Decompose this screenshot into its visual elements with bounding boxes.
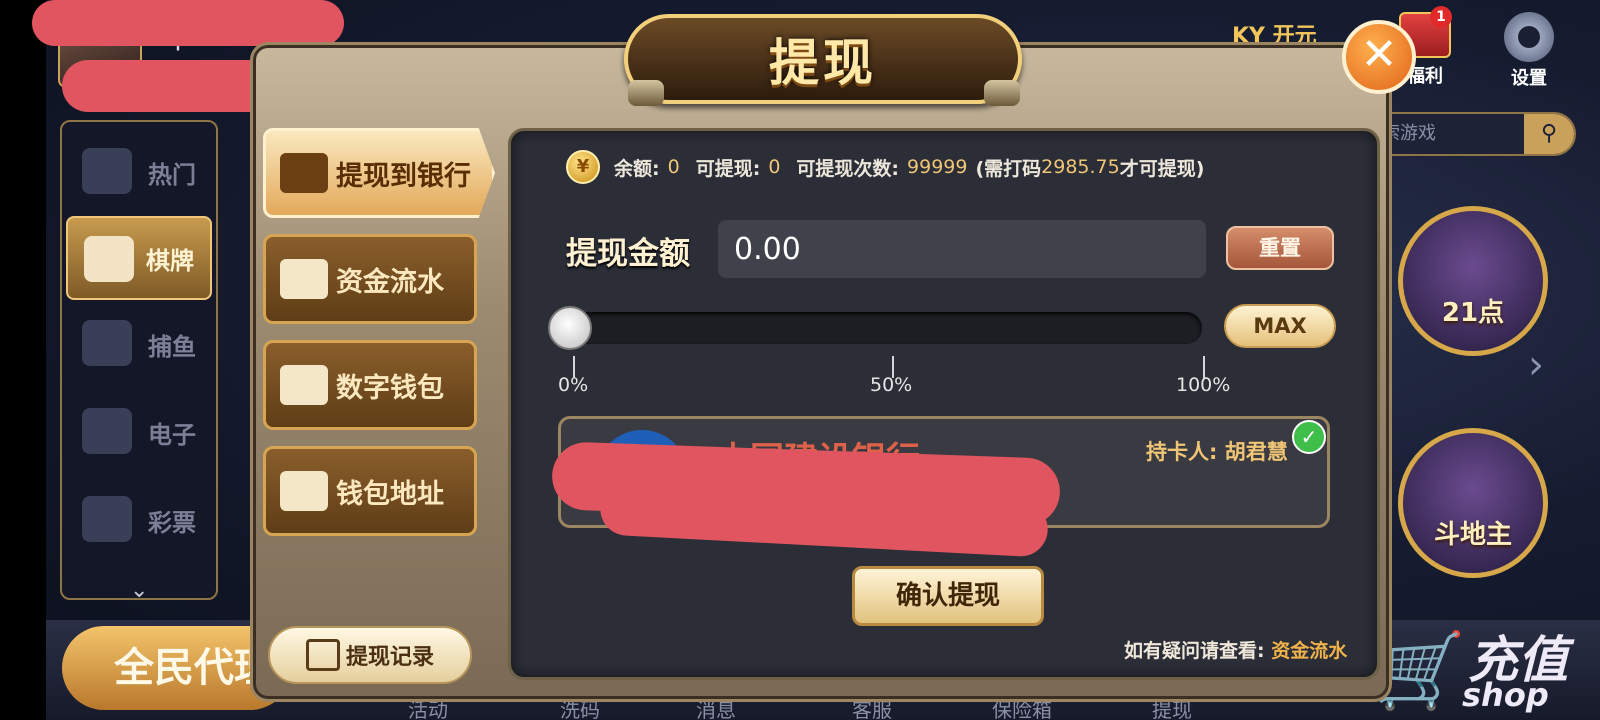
amount-input[interactable]	[718, 220, 1206, 278]
game-tile-blackjack[interactable]: 21点	[1398, 206, 1548, 356]
game-tile-doudizhu[interactable]: 斗地主	[1398, 428, 1548, 578]
slider-tick-label: 100%	[1176, 374, 1231, 396]
recharge-button[interactable]: 🛒 充值 shop	[1370, 610, 1590, 720]
digital-wallet-icon	[280, 365, 328, 405]
bet-requirement-suffix: 才可提现)	[1119, 157, 1205, 180]
record-label: 提现记录	[345, 645, 434, 670]
amount-slider-track[interactable]	[548, 312, 1202, 344]
settings-button[interactable]: 设置	[1494, 12, 1564, 90]
title-plate-knob	[984, 80, 1020, 106]
coin-icon: ¥	[566, 150, 600, 184]
selected-check-icon: ✓	[1292, 420, 1326, 454]
tab-label: 资金流水	[336, 266, 444, 298]
category-item-slots[interactable]: 电子	[66, 390, 212, 474]
withdrawable-label: 可提现:	[695, 157, 761, 180]
category-label: 热门	[148, 160, 196, 189]
tab-wallet-address[interactable]: 钱包地址	[263, 446, 477, 536]
amount-slider-thumb[interactable]	[548, 306, 592, 350]
settings-label: 设置	[1511, 68, 1547, 89]
playing-cards-icon	[84, 236, 134, 282]
left-black-strip	[0, 0, 46, 720]
close-icon: ✕	[1360, 29, 1398, 80]
slider-tick-label: 0%	[558, 374, 589, 396]
modal-title-plate: 提现	[624, 14, 1022, 104]
lottery-ball-icon	[82, 496, 132, 542]
balance-value: 0	[667, 156, 680, 178]
balance-label: 余额:	[614, 157, 660, 180]
tab-fund-flow[interactable]: 资金流水	[263, 234, 477, 324]
withdrawable-value: 0	[768, 156, 781, 178]
hot-flame-icon	[82, 148, 132, 194]
slider-tick-label: 50%	[870, 374, 913, 396]
category-label: 捕鱼	[148, 332, 196, 361]
card-holder: 持卡人: 胡君慧	[1146, 436, 1288, 466]
holder-name: 胡君慧	[1224, 440, 1288, 464]
chevron-right-icon[interactable]: ›	[1528, 342, 1544, 388]
fish-icon	[82, 320, 132, 366]
category-label: 电子	[148, 420, 196, 449]
map-pin-icon	[280, 471, 328, 511]
notification-badge: 1	[1430, 6, 1452, 28]
category-item-lottery[interactable]: 彩票	[66, 478, 212, 562]
chevron-down-icon[interactable]: ⌄	[130, 578, 148, 603]
modal-title: 提现	[769, 34, 877, 92]
confirm-withdraw-button[interactable]: 确认提现	[852, 566, 1044, 626]
bet-requirement-value: 2985.75	[1041, 156, 1120, 178]
wallet-icon	[280, 259, 328, 299]
tab-label: 提现到银行	[336, 160, 471, 192]
title-plate-knob	[628, 80, 664, 106]
tab-withdraw-to-bank[interactable]: 提现到银行	[263, 128, 495, 218]
help-row: 如有疑问请查看: 资金流水	[1124, 636, 1347, 663]
record-list-icon	[305, 639, 340, 671]
slot-machine-icon	[82, 408, 132, 454]
close-button[interactable]: ✕	[1342, 20, 1416, 94]
balance-info-row: ¥ 余额: 0 可提现: 0 可提现次数: 99999 (需打码 2985.75…	[566, 150, 1204, 184]
bank-card-upload-icon	[280, 153, 328, 193]
recharge-shop-label: shop	[1462, 676, 1549, 714]
search-icon[interactable]: ⚲	[1524, 114, 1574, 154]
category-item-fishing[interactable]: 捕鱼	[66, 302, 212, 386]
withdraw-record-button[interactable]: 提现记录	[268, 626, 472, 684]
tab-digital-wallet[interactable]: 数字钱包	[263, 340, 477, 430]
game-label: 斗地主	[1433, 520, 1512, 550]
fund-flow-link[interactable]: 资金流水	[1271, 640, 1347, 662]
bet-requirement-prefix: (需打码	[975, 157, 1042, 180]
redaction-mark	[32, 0, 344, 46]
game-search-input[interactable]: 索游戏 ⚲	[1366, 112, 1576, 156]
tab-label: 钱包地址	[336, 478, 444, 510]
gear-icon	[1504, 12, 1554, 62]
category-label: 彩票	[148, 508, 196, 537]
max-button[interactable]: MAX	[1224, 304, 1336, 348]
tab-label: 数字钱包	[336, 372, 444, 404]
game-label: 21点	[1441, 298, 1505, 328]
category-sidebar: 热门 棋牌 捕鱼 电子 彩票	[60, 120, 218, 600]
withdraw-times-value: 99999	[907, 156, 968, 178]
category-label: 棋牌	[146, 246, 194, 275]
category-item-cards[interactable]: 棋牌	[66, 216, 212, 300]
holder-label: 持卡人:	[1146, 440, 1218, 464]
help-text: 如有疑问请查看:	[1124, 640, 1265, 662]
category-item-hot[interactable]: 热门	[66, 130, 212, 214]
amount-label: 提现金额	[566, 236, 690, 272]
reset-button[interactable]: 重置	[1226, 226, 1334, 270]
withdraw-times-label: 可提现次数:	[796, 157, 900, 180]
